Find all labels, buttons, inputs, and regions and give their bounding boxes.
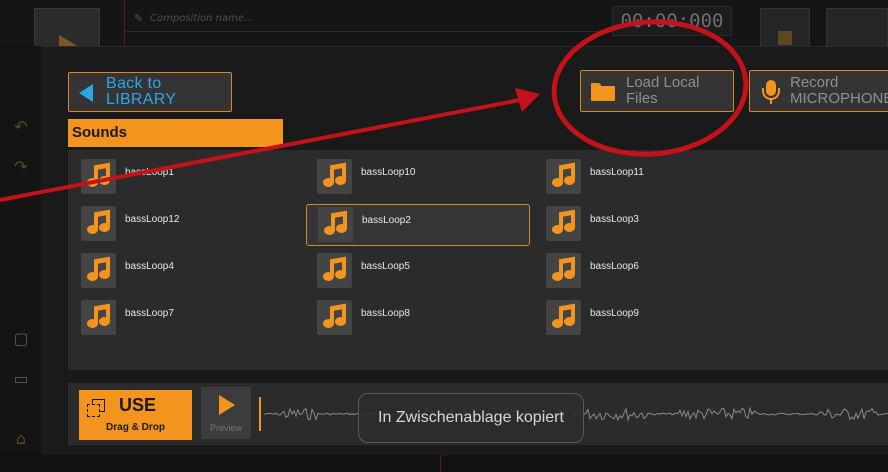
record-button-label: Record MICROPHONE [790, 75, 888, 107]
music-note-icon [87, 256, 111, 283]
record-button-label-line2: MICROPHONE [790, 90, 888, 107]
sound-tile [81, 206, 116, 241]
sound-item[interactable]: bassLoop9 [533, 294, 753, 336]
sound-name: bassLoop3 [590, 214, 639, 225]
back-to-library-button[interactable]: Back to LIBRARY [68, 72, 232, 112]
sound-name: bassLoop1 [125, 167, 174, 178]
folder-icon [591, 83, 615, 101]
home-icon: ⌂ [15, 429, 27, 448]
music-note-icon [323, 162, 347, 189]
sound-tile [546, 159, 581, 194]
music-note-icon [87, 162, 111, 189]
load-button-label-line2: Files [626, 90, 658, 107]
sound-name: bassLoop12 [125, 214, 180, 225]
record-microphone-button[interactable]: Record MICROPHONE [749, 70, 888, 112]
sound-name: bassLoop5 [361, 261, 410, 272]
sound-name: bassLoop10 [361, 167, 416, 178]
sound-tile [81, 300, 116, 335]
sound-item[interactable]: bassLoop11 [533, 153, 753, 195]
music-note-icon [87, 209, 111, 236]
sound-item[interactable]: bassLoop10 [304, 153, 524, 195]
sound-library-dialog: Back to LIBRARY Load Local Files Record … [41, 46, 888, 455]
folder-icon: ▭ [13, 369, 29, 388]
back-arrow-icon [79, 84, 93, 102]
sound-item[interactable]: bassLoop2 [306, 204, 530, 246]
sound-item[interactable]: bassLoop5 [304, 247, 524, 289]
load-button-label: Load Local Files [626, 75, 699, 107]
background-bottom-bar [0, 455, 888, 472]
use-drag-drop-button[interactable]: USE Drag & Drop [79, 390, 192, 440]
sound-name: bassLoop6 [590, 261, 639, 272]
sound-name: bassLoop9 [590, 308, 639, 319]
sound-name: bassLoop2 [362, 215, 411, 226]
music-note-icon [324, 210, 348, 237]
drag-drop-label: Drag & Drop [106, 422, 165, 433]
sound-tile [81, 159, 116, 194]
playhead-line-bottom [440, 455, 441, 472]
composition-name-placeholder: Composition name... [150, 13, 254, 24]
load-button-label-line1: Load Local [626, 74, 700, 91]
sound-item[interactable]: bassLoop4 [68, 247, 288, 289]
record-button-label-line1: Record [790, 74, 839, 91]
sound-item[interactable]: bassLoop3 [533, 200, 753, 242]
sound-item[interactable]: bassLoop1 [68, 153, 288, 195]
sound-name: bassLoop8 [361, 308, 410, 319]
timer-display: 00:00:000 [612, 6, 732, 36]
pencil-icon: ✎ [134, 12, 144, 25]
save-icon [778, 31, 792, 45]
sound-tile [81, 253, 116, 288]
redo-icon: ↷ [14, 157, 28, 176]
app-screen: ✎ Composition name... 00:00:000 ↶ ↷ ▢ ▭ … [0, 0, 888, 472]
sound-item[interactable]: bassLoop8 [304, 294, 524, 336]
player-bar: USE Drag & Drop Preview In Zwischenablag… [68, 383, 888, 445]
sound-name: bassLoop11 [590, 167, 644, 178]
sound-name: bassLoop7 [125, 308, 174, 319]
copy-icon [87, 399, 107, 419]
preview-button[interactable]: Preview [201, 387, 251, 439]
music-note-icon [552, 303, 576, 330]
load-local-files-button[interactable]: Load Local Files [580, 70, 734, 112]
sound-tile [546, 206, 581, 241]
sounds-section-title: Sounds [68, 119, 283, 147]
composition-name-field: ✎ Composition name... [124, 6, 614, 32]
sound-item[interactable]: bassLoop6 [533, 247, 753, 289]
microphone-icon [762, 80, 780, 106]
sound-tile [317, 159, 352, 194]
music-note-icon [552, 162, 576, 189]
sound-tile [546, 253, 581, 288]
music-note-icon [87, 303, 111, 330]
back-button-label-line2: LIBRARY [106, 91, 177, 108]
file-icon: ▢ [13, 329, 29, 348]
sound-item[interactable]: bassLoop7 [68, 294, 288, 336]
sound-tile [317, 253, 352, 288]
use-label: USE [119, 395, 157, 415]
music-note-icon [323, 303, 347, 330]
sound-item[interactable]: bassLoop12 [68, 200, 288, 242]
music-note-icon [552, 256, 576, 283]
music-note-icon [323, 256, 347, 283]
play-icon [219, 395, 235, 415]
sound-list: bassLoop1 bassLoop10 bassLoop11 bassLoop12 b… [68, 150, 888, 370]
background-left-toolbar: ↶ ↷ ▢ ▭ ⌂ [0, 46, 42, 472]
music-note-icon [552, 209, 576, 236]
sound-name: bassLoop4 [125, 261, 174, 272]
sound-tile [546, 300, 581, 335]
clipboard-toast: In Zwischenablage kopiert [358, 393, 584, 443]
back-button-label-line1: Back to [106, 75, 162, 92]
sound-tile [317, 300, 352, 335]
undo-icon: ↶ [14, 117, 28, 136]
sound-tile [318, 207, 353, 242]
preview-label: Preview [209, 423, 242, 433]
back-button-label: Back to LIBRARY [106, 76, 230, 108]
